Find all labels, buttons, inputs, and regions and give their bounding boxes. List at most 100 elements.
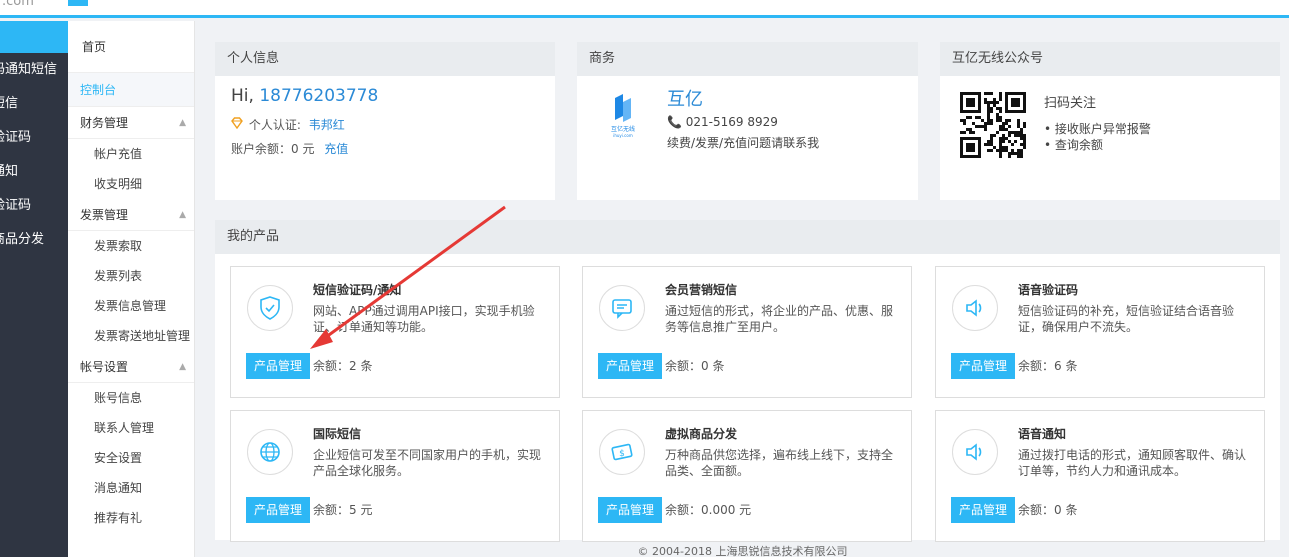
subnav-group-label: 财务管理 bbox=[80, 116, 129, 130]
product-manage-button[interactable]: 产品管理 bbox=[951, 497, 1015, 523]
product-manage-button[interactable]: 产品管理 bbox=[598, 497, 662, 523]
subnav-item-account-info[interactable]: 账号信息 bbox=[68, 383, 194, 413]
sidebar-active-item[interactable] bbox=[0, 21, 68, 53]
product-title: 语音通知 bbox=[1018, 427, 1067, 441]
subnav-group-label: 帐号设置 bbox=[80, 360, 129, 374]
product-desc: 通过短信的形式，将企业的产品、优惠、服务等信息推广至用户。 bbox=[665, 304, 894, 334]
recharge-link[interactable]: 充值 bbox=[324, 142, 348, 156]
subnav-item-recharge[interactable]: 帐户充值 bbox=[68, 139, 194, 169]
message-icon bbox=[599, 285, 645, 331]
product-card-international-sms: 国际短信 企业短信可发至不同国家用户的手机，实现产品全球化服务。 产品管理 余额… bbox=[230, 410, 560, 542]
balance-label: 账户余额：0 元 bbox=[231, 142, 315, 156]
product-balance: 余额：5 元 bbox=[313, 503, 373, 517]
product-balance: 余额：2 条 bbox=[313, 359, 373, 373]
wechat-feature: • 接收账户异常报警 bbox=[1044, 122, 1151, 136]
subnav-group-finance[interactable]: 财务管理 ▲ bbox=[68, 107, 194, 139]
menu-toggle-button[interactable] bbox=[68, 0, 88, 6]
company-logo-icon: 互亿无线 ihuyi.com bbox=[605, 94, 641, 138]
product-desc: 通过拨打电话的形式，通知顾客取件、确认订单等，节约人力和通讯成本。 bbox=[1018, 448, 1247, 478]
logo-subtext: ihuyi.com bbox=[613, 133, 633, 138]
product-title: 会员营销短信 bbox=[665, 283, 738, 297]
scan-follow-label: 扫码关注 bbox=[1044, 96, 1097, 111]
subnav-group-label: 发票管理 bbox=[80, 208, 129, 222]
product-card-virtual-goods: $ 虚拟商品分发 万种商品供您选择，遍布线上线下，支持全品类、全面额。 产品管理… bbox=[582, 410, 912, 542]
subnav-item-security[interactable]: 安全设置 bbox=[68, 443, 194, 473]
business-phone-number: 021-5169 8929 bbox=[685, 115, 778, 129]
subnav-item-invoice-info[interactable]: 发票信息管理 bbox=[68, 291, 194, 321]
product-desc: 网站、APP通过调用API接口，实现手机验证、订单通知等功能。 bbox=[313, 304, 535, 334]
product-title: 短信验证码/通知 bbox=[313, 283, 402, 297]
product-title: 虚拟商品分发 bbox=[665, 427, 738, 441]
cert-name[interactable]: 韦邦红 bbox=[309, 118, 345, 132]
business-name: 互亿 bbox=[667, 89, 703, 110]
sidebar-item-voice-code[interactable]: 验证码 bbox=[0, 189, 68, 223]
top-bar: .com bbox=[0, 0, 1289, 18]
caret-up-icon: ▲ bbox=[179, 118, 186, 128]
wechat-panel: 互亿无线公众号 扫码关注 • 接收账户异常报警 • 查询余额 bbox=[940, 42, 1280, 200]
greeting: Hi, 18776203778 bbox=[231, 86, 378, 106]
sidebar-item-verification-code[interactable]: 验证码 bbox=[0, 121, 68, 155]
money-icon: $ bbox=[599, 429, 645, 475]
panel-title: 个人信息 bbox=[215, 42, 555, 76]
product-title: 国际短信 bbox=[313, 427, 362, 441]
product-manage-button[interactable]: 产品管理 bbox=[951, 353, 1015, 379]
panel-title: 互亿无线公众号 bbox=[940, 42, 1280, 76]
speaker-icon bbox=[952, 285, 998, 331]
certification: 个人认证: 韦邦红 bbox=[231, 116, 345, 133]
greeting-text: Hi, bbox=[231, 86, 254, 106]
subnav-item-invoice-request[interactable]: 发票索取 bbox=[68, 231, 194, 261]
secondary-sidebar: 首页 控制台 财务管理 ▲ 帐户充值 收支明细 发票管理 ▲ 发票索取 发票列表… bbox=[68, 21, 195, 557]
panel-title: 商务 bbox=[577, 42, 918, 76]
phone-icon: 📞 bbox=[667, 115, 682, 129]
subnav-item-message-notice[interactable]: 消息通知 bbox=[68, 473, 194, 503]
product-card-voice-notice: 语音通知 通过拨打电话的形式，通知顾客取件、确认订单等，节约人力和通讯成本。 产… bbox=[935, 410, 1265, 542]
svg-text:$: $ bbox=[619, 449, 625, 459]
footer-copyright: © 2004-2018 上海思锐信息技术有限公司 bbox=[637, 545, 848, 557]
globe-icon bbox=[247, 429, 293, 475]
caret-up-icon: ▲ bbox=[179, 210, 186, 220]
subnav-home[interactable]: 首页 bbox=[68, 21, 194, 73]
product-balance: 余额：0 条 bbox=[665, 359, 725, 373]
product-balance: 余额：6 条 bbox=[1018, 359, 1078, 373]
speaker-icon bbox=[952, 429, 998, 475]
product-card-voice-code: 语音验证码 短信验证码的补充，短信验证结合语音验证，确保用户不流失。 产品管理 … bbox=[935, 266, 1265, 398]
business-panel: 商务 互亿无线 ihuyi.com 互亿 📞 021-5169 8929 续费/… bbox=[577, 42, 918, 200]
product-balance: 余额：0.000 元 bbox=[665, 503, 752, 517]
qr-code-icon bbox=[960, 92, 1026, 158]
subnav-item-contacts[interactable]: 联系人管理 bbox=[68, 413, 194, 443]
subnav-item-referral[interactable]: 推荐有礼 bbox=[68, 503, 194, 533]
product-manage-button[interactable]: 产品管理 bbox=[598, 353, 662, 379]
diamond-icon bbox=[231, 117, 243, 130]
subnav-item-invoice-address[interactable]: 发票寄送地址管理 bbox=[68, 321, 194, 351]
site-logo[interactable]: .com bbox=[2, 0, 34, 9]
subnav-group-invoice[interactable]: 发票管理 ▲ bbox=[68, 199, 194, 231]
product-card-marketing-sms: 会员营销短信 通过短信的形式，将企业的产品、优惠、服务等信息推广至用户。 产品管… bbox=[582, 266, 912, 398]
cert-label: 个人认证: bbox=[248, 118, 301, 132]
personal-info-panel: 个人信息 Hi, 18776203778 个人认证: 韦邦红 账户余额：0 元 … bbox=[215, 42, 555, 200]
business-note: 续费/发票/充值问题请联系我 bbox=[667, 136, 820, 150]
user-phone: 18776203778 bbox=[259, 86, 379, 106]
product-desc: 短信验证码的补充，短信验证结合语音验证，确保用户不流失。 bbox=[1018, 304, 1235, 334]
logo-text: 互亿无线 bbox=[611, 125, 635, 133]
business-phone: 📞 021-5169 8929 bbox=[667, 115, 778, 129]
subnav-item-invoice-list[interactable]: 发票列表 bbox=[68, 261, 194, 291]
product-desc: 万种商品供您选择，遍布线上线下，支持全品类、全面额。 bbox=[665, 448, 894, 478]
panel-title: 我的产品 bbox=[215, 220, 1280, 254]
product-title: 语音验证码 bbox=[1018, 283, 1079, 297]
wechat-feature: • 查询余额 bbox=[1044, 138, 1103, 152]
subnav-group-account[interactable]: 帐号设置 ▲ bbox=[68, 351, 194, 383]
subnav-console[interactable]: 控制台 bbox=[68, 73, 194, 107]
main-sidebar: 码通知短信 短信 验证码 通知 验证码 商品分发 bbox=[0, 21, 68, 557]
subnav-item-transactions[interactable]: 收支明细 bbox=[68, 169, 194, 199]
sidebar-item-notice[interactable]: 通知 bbox=[0, 155, 68, 189]
product-manage-button[interactable]: 产品管理 bbox=[246, 353, 310, 379]
sidebar-item-sms[interactable]: 短信 bbox=[0, 87, 68, 121]
shield-check-icon bbox=[247, 285, 293, 331]
sidebar-item-sms-code-notice[interactable]: 码通知短信 bbox=[0, 53, 68, 87]
account-balance: 账户余额：0 元 充值 bbox=[231, 140, 348, 157]
product-manage-button[interactable]: 产品管理 bbox=[246, 497, 310, 523]
caret-up-icon: ▲ bbox=[179, 362, 186, 372]
sidebar-item-goods-distribution[interactable]: 商品分发 bbox=[0, 223, 68, 257]
product-card-sms-code: 短信验证码/通知 网站、APP通过调用API接口，实现手机验证、订单通知等功能。… bbox=[230, 266, 560, 398]
product-balance: 余额：0 条 bbox=[1018, 503, 1078, 517]
